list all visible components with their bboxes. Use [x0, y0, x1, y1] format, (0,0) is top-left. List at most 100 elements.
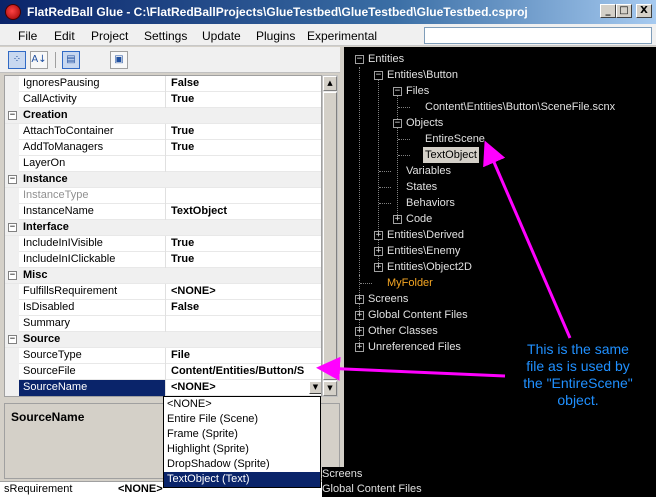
category-row-misc[interactable]: − Misc	[5, 268, 321, 284]
property-row-includeinivisible[interactable]: IncludeInIVisible True	[5, 236, 321, 252]
tree-node-global-content-copy[interactable]: Global Content Files	[322, 483, 422, 495]
property-row-sourcetype[interactable]: SourceType File	[5, 348, 321, 364]
property-row-callactivity[interactable]: CallActivity True	[5, 92, 321, 108]
scroll-thumb[interactable]	[323, 92, 337, 380]
dropdown-option[interactable]: Highlight (Sprite)	[164, 442, 320, 457]
property-value[interactable]: True	[167, 92, 321, 108]
property-row-sourcefile[interactable]: SourceFile Content/Entities/Button/S	[5, 364, 321, 380]
property-value[interactable]: <NONE>	[167, 380, 321, 396]
property-value[interactable]	[167, 156, 321, 172]
property-grid[interactable]: IgnoresPausing False CallActivity True − Crea…	[4, 75, 322, 397]
property-row-instancename[interactable]: InstanceName TextObject	[5, 204, 321, 220]
property-value[interactable]: <NONE>	[167, 284, 321, 300]
tree-node[interactable]: Other Classes	[368, 323, 438, 339]
minimize-button[interactable]: _	[600, 4, 616, 18]
property-name[interactable]: IsDisabled	[19, 300, 166, 316]
tree-node[interactable]: Entities\Object2D	[387, 259, 472, 275]
property-name[interactable]: InstanceName	[19, 204, 166, 220]
tree-node[interactable]: Variables	[406, 163, 451, 179]
property-name[interactable]: FulfillsRequirement	[19, 284, 166, 300]
dropdown-option[interactable]: TextObject (Text)	[164, 472, 320, 487]
tree-node[interactable]: Entities\Derived	[387, 227, 464, 243]
property-row-sourcename[interactable]: SourceName <NONE> ▼	[5, 380, 321, 396]
property-name[interactable]: SourceFile	[19, 364, 166, 380]
category-row-creation[interactable]: − Creation	[5, 108, 321, 124]
property-value[interactable]: True	[167, 236, 321, 252]
property-value[interactable]: True	[167, 140, 321, 156]
category-row-instance[interactable]: − Instance	[5, 172, 321, 188]
property-name[interactable]: InstanceType	[19, 188, 166, 204]
collapse-icon[interactable]: −	[8, 271, 17, 280]
property-name[interactable]: SourceName	[19, 380, 166, 396]
tree-node[interactable]: Unreferenced Files	[368, 339, 461, 355]
tree-node[interactable]: Entities\Button	[387, 67, 458, 83]
property-value[interactable]	[167, 316, 321, 332]
properties-icon[interactable]: ▤	[62, 51, 80, 69]
property-name[interactable]: IncludeInIClickable	[19, 252, 166, 268]
expand-icon[interactable]: +	[374, 263, 383, 272]
property-row-includeiniclickable[interactable]: IncludeInIClickable True	[5, 252, 321, 268]
tree-node[interactable]: Global Content Files	[368, 307, 468, 323]
maximize-button[interactable]: □	[616, 4, 632, 18]
property-name[interactable]: CallActivity	[19, 92, 166, 108]
property-value[interactable]	[167, 188, 321, 204]
expand-icon[interactable]: +	[355, 343, 364, 352]
collapse-icon[interactable]: −	[8, 175, 17, 184]
property-value[interactable]: True	[167, 124, 321, 140]
property-grid-scrollbar[interactable]: ▲ ▼	[322, 75, 338, 397]
expand-icon[interactable]: +	[393, 215, 402, 224]
collapse-icon[interactable]: −	[374, 71, 383, 80]
menu-edit[interactable]: Edit	[54, 29, 75, 43]
close-button[interactable]: X	[636, 4, 652, 18]
tree-node[interactable]: Files	[406, 83, 429, 99]
property-value[interactable]: False	[167, 300, 321, 316]
property-value[interactable]: False	[167, 76, 321, 92]
menu-settings[interactable]: Settings	[144, 29, 187, 43]
tree-node[interactable]: Content\Entities\Button\SceneFile.scnx	[425, 99, 615, 115]
menu-plugins[interactable]: Plugins	[256, 29, 295, 43]
expand-icon[interactable]: +	[374, 231, 383, 240]
expand-icon[interactable]: +	[355, 327, 364, 336]
tree-node[interactable]: Entities\Enemy	[387, 243, 460, 259]
tree-node[interactable]: Screens	[368, 291, 408, 307]
dropdown-arrow-icon[interactable]: ▼	[309, 381, 321, 394]
property-row-isdisabled[interactable]: IsDisabled False	[5, 300, 321, 316]
tree-node[interactable]: Entities	[368, 51, 404, 67]
property-row-instancetype[interactable]: InstanceType	[5, 188, 321, 204]
menu-file[interactable]: File	[18, 29, 37, 43]
tree-node-screens-copy[interactable]: Screens	[322, 468, 362, 480]
tree-node[interactable]: MyFolder	[387, 275, 433, 291]
property-name[interactable]: AddToManagers	[19, 140, 166, 156]
tree-node[interactable]: EntireScene	[425, 131, 485, 147]
expand-icon[interactable]: +	[374, 247, 383, 256]
property-row-attachtocontainer[interactable]: AttachToContainer True	[5, 124, 321, 140]
collapse-icon[interactable]: −	[8, 335, 17, 344]
expand-icon[interactable]: +	[355, 311, 364, 320]
category-row-source[interactable]: − Source	[5, 332, 321, 348]
property-name[interactable]: IncludeInIVisible	[19, 236, 166, 252]
dropdown-option[interactable]: <NONE>	[164, 397, 320, 412]
property-name[interactable]: SourceType	[19, 348, 166, 364]
property-name[interactable]: LayerOn	[19, 156, 166, 172]
collapse-icon[interactable]: −	[393, 87, 402, 96]
property-pages-icon[interactable]: ▣	[110, 51, 128, 69]
property-name[interactable]: IgnoresPausing	[19, 76, 166, 92]
property-value[interactable]: File	[167, 348, 321, 364]
categorized-icon[interactable]: ⁘	[8, 51, 26, 69]
property-name[interactable]: AttachToContainer	[19, 124, 166, 140]
property-name[interactable]: Summary	[19, 316, 166, 332]
property-value[interactable]: Content/Entities/Button/S	[167, 364, 321, 380]
property-row-layeron[interactable]: LayerOn	[5, 156, 321, 172]
dropdown-option[interactable]: DropShadow (Sprite)	[164, 457, 320, 472]
menu-update[interactable]: Update	[202, 29, 241, 43]
expand-icon[interactable]: +	[355, 295, 364, 304]
collapse-icon[interactable]: −	[393, 119, 402, 128]
property-row-ignorespausing[interactable]: IgnoresPausing False	[5, 76, 321, 92]
collapse-icon[interactable]: −	[8, 223, 17, 232]
tree-node[interactable]: Code	[406, 211, 432, 227]
property-value[interactable]: TextObject	[167, 204, 321, 220]
tree-node[interactable]: Objects	[406, 115, 443, 131]
menu-experimental[interactable]: Experimental	[307, 29, 377, 43]
collapse-icon[interactable]: −	[8, 111, 17, 120]
property-row-summary[interactable]: Summary	[5, 316, 321, 332]
